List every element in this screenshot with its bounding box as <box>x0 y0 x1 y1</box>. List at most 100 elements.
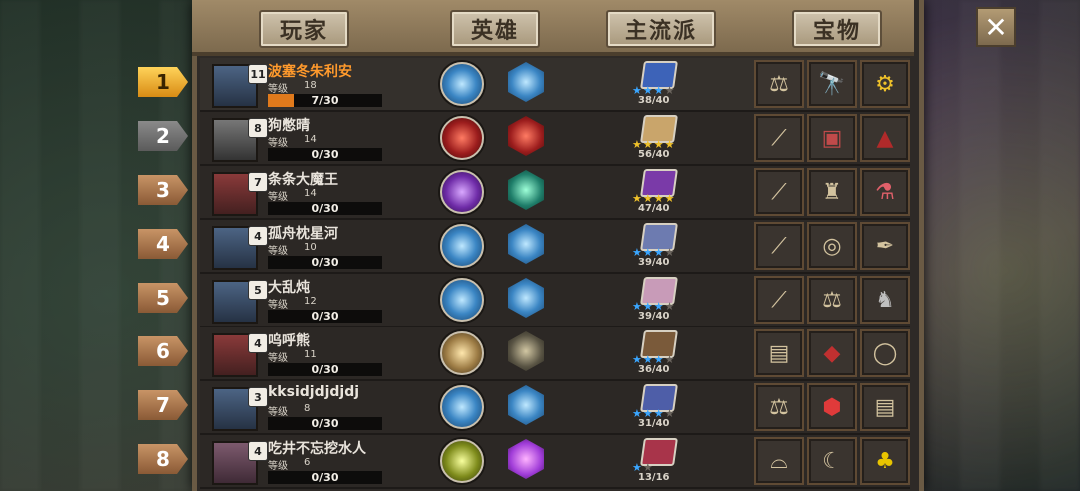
tab-players[interactable]: 玩家 <box>259 10 349 48</box>
hero-skill-icon[interactable] <box>440 170 484 214</box>
telescope-icon[interactable]: 🔭 <box>807 60 857 108</box>
hero-skill-icon[interactable] <box>440 331 484 375</box>
leaderboard-row[interactable]: 7 条条大魔王 等级 14 0/30 ★★★★ 47/40 ⟋ ♜ ⚗ <box>200 166 910 220</box>
faction-hex-icon[interactable] <box>508 170 544 210</box>
faction-hex-icon[interactable] <box>508 224 544 264</box>
faction-hex-icon[interactable] <box>508 331 544 371</box>
xp-bar: 0/30 <box>268 202 382 215</box>
player-avatar: 3 <box>212 387 268 431</box>
player-name: 大乱炖 <box>268 280 310 296</box>
red-gem-icon[interactable]: ⬢ <box>807 383 857 431</box>
lantern-icon[interactable]: ♜ <box>807 168 857 216</box>
hero-skill-icon[interactable] <box>440 439 484 483</box>
level-value: 6 <box>304 457 311 468</box>
faction-hex-icon[interactable] <box>508 278 544 318</box>
leaderboard-row[interactable]: 11 波塞冬朱利安 等级 18 7/30 ★★★★ 38/40 ⚖ 🔭 ⚙ <box>200 58 910 112</box>
balance-scale-icon[interactable]: ⚖ <box>754 383 804 431</box>
level-label: 等级 <box>268 138 288 149</box>
level-value: 12 <box>304 296 317 307</box>
hero-count-badge: 4 <box>248 333 268 353</box>
player-name: 呜呼熊 <box>268 333 310 349</box>
staff-icon[interactable]: ⟋ <box>754 222 804 270</box>
hero-count-badge: 8 <box>248 118 268 138</box>
faction-score: 39/40 <box>638 257 670 268</box>
red-amulet-icon[interactable]: ◆ <box>807 329 857 377</box>
level-label: 等级 <box>268 353 288 364</box>
scroll-icon[interactable]: ▤ <box>754 329 804 377</box>
tab-treasures[interactable]: 宝物 <box>792 10 882 48</box>
player-avatar: 5 <box>212 280 268 324</box>
faction-score: 31/40 <box>638 418 670 429</box>
xp-text: 0/30 <box>311 363 339 376</box>
tab-heroes[interactable]: 英雄 <box>450 10 540 48</box>
hero-count-badge: 4 <box>248 226 268 246</box>
hero-skill-icon[interactable] <box>440 116 484 160</box>
shoe-icon[interactable]: ⌓ <box>754 437 804 485</box>
ring-icon[interactable]: ◯ <box>860 329 910 377</box>
leaderboard-row[interactable]: 4 吃井不忘挖水人 等级 6 0/30 ★★ 13/16 ⌓ ☾ ♣ <box>200 435 910 489</box>
compass-icon[interactable]: ◎ <box>807 222 857 270</box>
player-name: 吃井不忘挖水人 <box>268 441 366 457</box>
xp-text: 0/30 <box>311 148 339 161</box>
hero-skill-icon[interactable] <box>440 62 484 106</box>
close-icon[interactable]: ✕ <box>976 7 1016 47</box>
horn-icon[interactable]: ☾ <box>807 437 857 485</box>
xp-bar: 0/30 <box>268 471 382 484</box>
leaderboard-row[interactable]: 8 狗憋晴 等级 14 0/30 ★★★★ 56/40 ⟋ ▣ ▲ <box>200 112 910 166</box>
player-name: 狗憋晴 <box>268 118 310 134</box>
scroll-icon[interactable]: ▤ <box>860 383 910 431</box>
ink-bottle-icon[interactable]: ✒ <box>860 222 910 270</box>
helmet-icon[interactable]: ♞ <box>860 276 910 324</box>
xp-bar: 7/30 <box>268 94 382 107</box>
player-name: 条条大魔王 <box>268 172 338 188</box>
hero-count-badge: 4 <box>248 441 268 461</box>
xp-bar: 0/30 <box>268 363 382 376</box>
hero-skill-icon[interactable] <box>440 385 484 429</box>
leaderboard-row[interactable]: 3 kksidjdjdjdj 等级 8 0/30 ★★★★ 31/40 ⚖ ⬢ ▤ <box>200 381 910 435</box>
level-value: 10 <box>304 242 317 253</box>
staff-icon[interactable]: ⟋ <box>754 168 804 216</box>
player-avatar: 4 <box>212 333 268 377</box>
faction-hex-icon[interactable] <box>508 385 544 425</box>
spellbook-icon[interactable]: ▣ <box>807 114 857 162</box>
balance-scale-icon[interactable]: ⚖ <box>754 60 804 108</box>
balance-scale-icon[interactable]: ⚖ <box>807 276 857 324</box>
leaderboard-row[interactable]: 4 呜呼熊 等级 11 0/30 ★★★★ 36/40 ▤ ◆ ◯ <box>200 327 910 381</box>
player-name: 波塞冬朱利安 <box>268 64 352 80</box>
leaderboard-row[interactable]: 4 孤舟枕星河 等级 10 0/30 ★★★★ 39/40 ⟋ ◎ ✒ <box>200 220 910 274</box>
hero-skill-icon[interactable] <box>440 278 484 322</box>
hero-count-badge: 3 <box>248 387 268 407</box>
xp-text: 0/30 <box>311 256 339 269</box>
level-label: 等级 <box>268 461 288 472</box>
xp-text: 0/30 <box>311 202 339 215</box>
xp-text: 0/30 <box>311 310 339 323</box>
staff-icon[interactable]: ⟋ <box>754 276 804 324</box>
gear-icon[interactable]: ⚙ <box>860 60 910 108</box>
xp-bar: 0/30 <box>268 148 382 161</box>
faction-score: 47/40 <box>638 203 670 214</box>
faction-hex-icon[interactable] <box>508 62 544 102</box>
xp-bar: 0/30 <box>268 417 382 430</box>
faction-hex-icon[interactable] <box>508 116 544 156</box>
faction-score: 36/40 <box>638 364 670 375</box>
level-label: 等级 <box>268 407 288 418</box>
player-name: kksidjdjdjdj <box>268 384 360 400</box>
player-avatar: 8 <box>212 118 268 162</box>
red-hood-icon[interactable]: ▲ <box>860 114 910 162</box>
faction-hex-icon[interactable] <box>508 439 544 479</box>
xp-bar: 0/30 <box>268 256 382 269</box>
level-value: 11 <box>304 349 317 360</box>
tab-bar: 玩家 英雄 主流派 宝物 <box>192 0 914 56</box>
tab-main-faction[interactable]: 主流派 <box>606 10 716 48</box>
level-label: 等级 <box>268 84 288 95</box>
xp-bar: 0/30 <box>268 310 382 323</box>
hero-skill-icon[interactable] <box>440 224 484 268</box>
potion-icon[interactable]: ⚗ <box>860 168 910 216</box>
leaderboard-row[interactable]: 5 大乱炖 等级 12 0/30 ★★★★ 39/40 ⟋ ⚖ ♞ <box>200 274 910 328</box>
clover-icon[interactable]: ♣ <box>860 437 910 485</box>
level-value: 14 <box>304 188 317 199</box>
hero-count-badge: 11 <box>248 64 268 84</box>
hero-count-badge: 5 <box>248 280 268 300</box>
xp-text: 0/30 <box>311 417 339 430</box>
staff-icon[interactable]: ⟋ <box>754 114 804 162</box>
